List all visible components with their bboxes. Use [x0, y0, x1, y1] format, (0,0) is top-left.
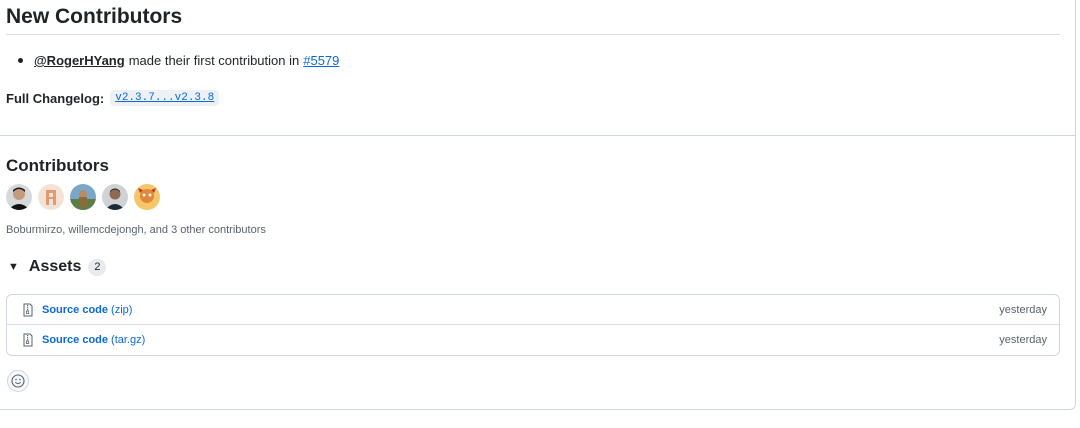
assets-toggle[interactable]: ▼ Assets 2: [8, 258, 107, 276]
bullet-icon: [18, 58, 23, 63]
avatar[interactable]: [134, 184, 160, 210]
heading-divider: [6, 34, 1060, 35]
asset-row: Source code (zip) yesterday: [7, 295, 1059, 325]
section-divider: [0, 135, 1076, 136]
triangle-down-icon: ▼: [8, 261, 19, 273]
asset-extension[interactable]: (zip): [111, 304, 132, 316]
add-reaction-button[interactable]: [7, 370, 29, 392]
contributors-summary: Boburmirzo, willemcdejongh, and 3 other …: [6, 224, 266, 236]
avatar[interactable]: [6, 184, 32, 210]
contribution-text: made their first contribution in: [128, 53, 300, 68]
asset-date: yesterday: [999, 303, 1047, 316]
pull-request-link[interactable]: #5579: [303, 53, 339, 68]
asset-link[interactable]: Source code: [42, 334, 108, 346]
assets-count-badge: 2: [88, 258, 107, 276]
new-contributor-item: @RogerHYang made their first contributio…: [18, 53, 339, 68]
assets-list: Source code (zip) yesterday Source code …: [6, 294, 1060, 356]
file-zip-icon: [23, 333, 33, 347]
contributors-heading: Contributors: [6, 156, 109, 175]
asset-link[interactable]: Source code: [42, 304, 108, 316]
avatar[interactable]: [38, 184, 64, 210]
new-contributors-heading: New Contributors: [6, 5, 183, 28]
asset-date: yesterday: [999, 334, 1047, 346]
changelog-compare-link[interactable]: v2.3.7...v2.3.8: [110, 90, 220, 106]
file-zip-icon: [23, 303, 33, 316]
asset-row: Source code (tar.gz) yesterday: [7, 325, 1059, 355]
smiley-icon: [11, 374, 25, 388]
avatar[interactable]: [102, 184, 128, 210]
full-changelog: Full Changelog: v2.3.7...v2.3.8: [6, 90, 220, 106]
contributor-avatars: [6, 184, 160, 210]
avatar[interactable]: [70, 184, 96, 210]
changelog-label: Full Changelog:: [6, 90, 105, 106]
asset-extension[interactable]: (tar.gz): [111, 334, 145, 346]
assets-heading: Assets: [28, 258, 82, 275]
user-mention-link[interactable]: @RogerHYang: [34, 53, 125, 68]
